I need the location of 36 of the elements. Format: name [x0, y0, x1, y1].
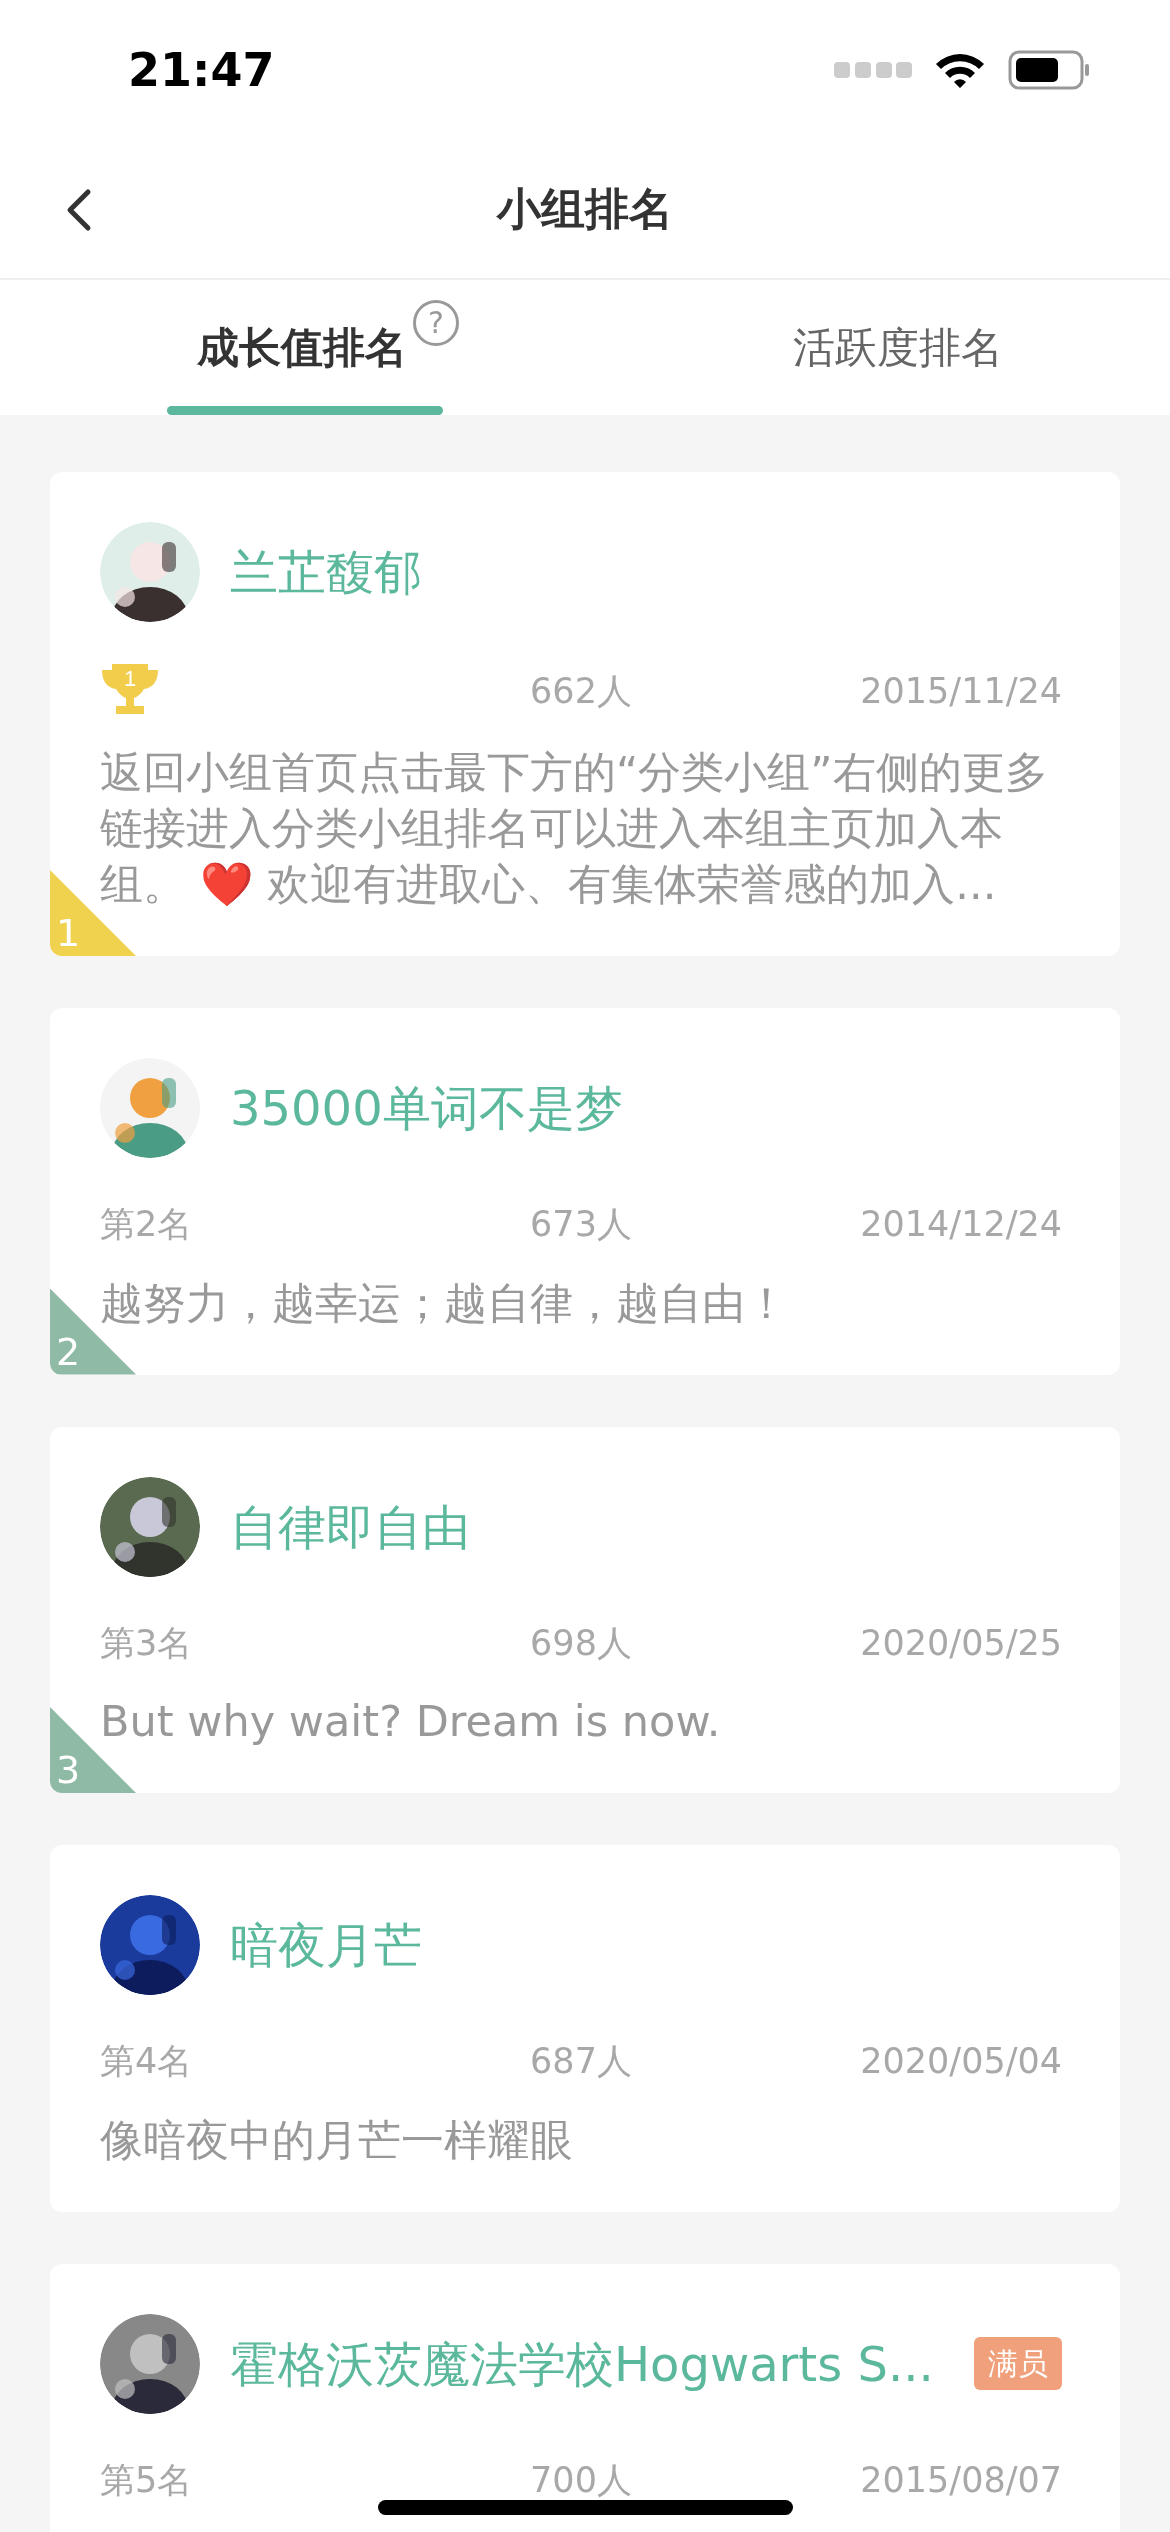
group-description: But why wait? Dream is now.: [100, 1695, 722, 1748]
group-name: 兰芷馥郁: [230, 543, 422, 602]
status-time: 21:47: [128, 41, 275, 99]
created-date: 2020/05/04: [860, 2041, 1062, 2081]
group-name: 霍格沃茨魔法学校Hogwarts S...: [230, 2334, 934, 2394]
group-description: 越努力，越幸运；越自律，越自由！: [100, 1276, 789, 1330]
rank-label: 第3名: [100, 1622, 193, 1663]
help-icon[interactable]: ?: [413, 300, 459, 346]
signal-icon: [834, 60, 912, 80]
created-date: 2015/11/24: [860, 670, 1062, 711]
tab[interactable]: 活跃度排名: [793, 280, 1003, 415]
group-name: 35000单词不是梦: [230, 1079, 623, 1138]
member-count: 698人: [530, 1621, 632, 1665]
rank-label: 第2名: [100, 1204, 193, 1244]
group-card[interactable]: 自律即自由 第3名 698人 2020/05/25 But why wait? Dream is now. 3: [50, 1426, 1120, 1793]
page-title: 小组排名: [497, 182, 673, 236]
group-description: 像暗夜中的月芒一样耀眼: [100, 2113, 574, 2167]
group-card[interactable]: 霍格沃茨魔法学校Hogwarts S... 满员 第5名 700人 2015/08/07: [50, 2263, 1120, 2532]
rank-label: 第4名: [100, 2041, 193, 2081]
group-card[interactable]: 暗夜月芒 第4名 687人 2020/05/04 像暗夜中的月芒一样耀眼: [50, 1845, 1120, 2212]
created-date: 2015/08/07: [860, 2459, 1062, 2500]
group-card[interactable]: 35000单词不是梦 第2名 673人 2014/12/24 越努力，越幸运；越自律，越自由！ 2: [50, 1008, 1120, 1375]
member-count: 687人: [530, 2040, 632, 2083]
group-description: 返回小组首页点击最下方的“分类小组”右侧的更多链接进入分类小组排名可以进入本组主页加入本组。 ❤ 欢迎有进取心、有集体荣誉感的加入...: [100, 746, 1049, 911]
member-count: 662人: [530, 669, 632, 713]
group-card[interactable]: 兰芷馥郁 1 662人 2015/11/24 返回小组首页点击最下方的“分类小组”右侧的更多链接进入分类小组排名可以进入本组主页加入本组。 ❤ 欢迎有进取心、有集体荣誉感的加入... 1: [50, 472, 1120, 956]
full-tag: 满员: [974, 2337, 1062, 2390]
created-date: 2014/12/24: [860, 1204, 1062, 1244]
group-name: 暗夜月芒: [230, 1916, 422, 1975]
member-count: 673人: [530, 1203, 632, 1246]
member-count: 700人: [530, 2458, 632, 2502]
rank-label: 第5名: [100, 2459, 193, 2500]
wifi-icon: [934, 51, 986, 89]
battery-icon: [1008, 50, 1090, 90]
group-name: 自律即自由: [230, 1497, 470, 1557]
created-date: 2020/05/25: [860, 1622, 1062, 1663]
